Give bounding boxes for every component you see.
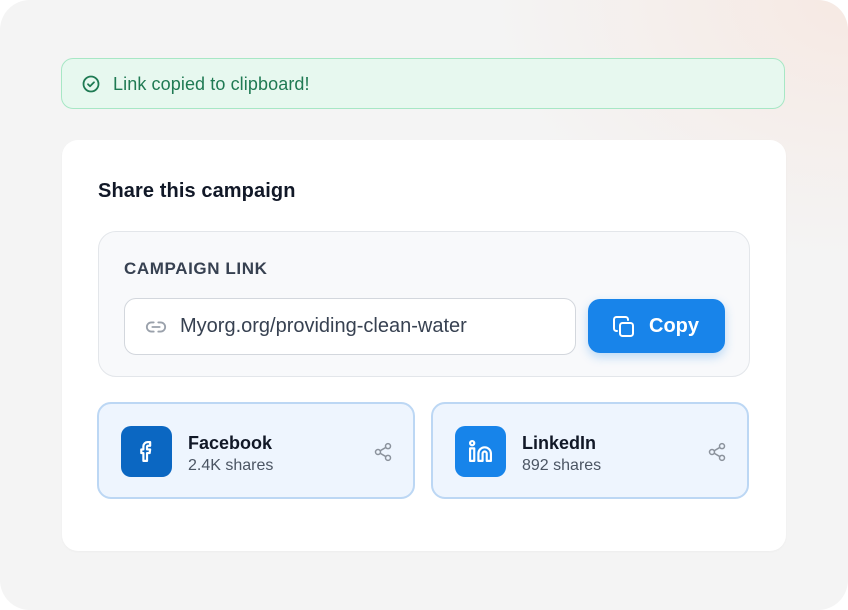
linkedin-icon [468, 439, 493, 462]
social-name: LinkedIn [522, 433, 597, 453]
copy-icon [613, 316, 634, 337]
share-facebook-card[interactable]: Facebook 2.4K shares [97, 402, 415, 499]
campaign-link-label: CAMPAIGN LINK [124, 259, 268, 278]
share-icon[interactable] [707, 442, 727, 462]
copy-link-button[interactable]: Copy [588, 299, 725, 353]
copy-button-label: Copy [649, 315, 699, 337]
facebook-logo [121, 426, 172, 477]
campaign-link-field[interactable]: Myorg.org/providing-clean-water [124, 298, 576, 355]
campaign-link-panel: CAMPAIGN LINK Myorg.org/providing-clean-… [98, 231, 750, 377]
social-share-count: 892 shares [522, 457, 602, 474]
social-name: Facebook [188, 433, 273, 453]
app-frame: Link copied to clipboard! Share this cam… [0, 0, 848, 610]
facebook-icon [140, 441, 152, 462]
social-share-count: 2.4K shares [188, 457, 274, 474]
campaign-link-value: Myorg.org/providing-clean-water [180, 315, 467, 337]
link-icon [145, 321, 167, 333]
share-icon[interactable] [373, 442, 393, 462]
check-circle-icon [82, 75, 100, 93]
success-toast: Link copied to clipboard! [61, 58, 785, 109]
card-title: Share this campaign [98, 180, 296, 202]
share-card: Share this campaign CAMPAIGN LINK Myorg.… [62, 140, 786, 551]
share-linkedin-card[interactable]: LinkedIn 892 shares [431, 402, 749, 499]
linkedin-logo [455, 426, 506, 477]
toast-message: Link copied to clipboard! [113, 74, 310, 94]
